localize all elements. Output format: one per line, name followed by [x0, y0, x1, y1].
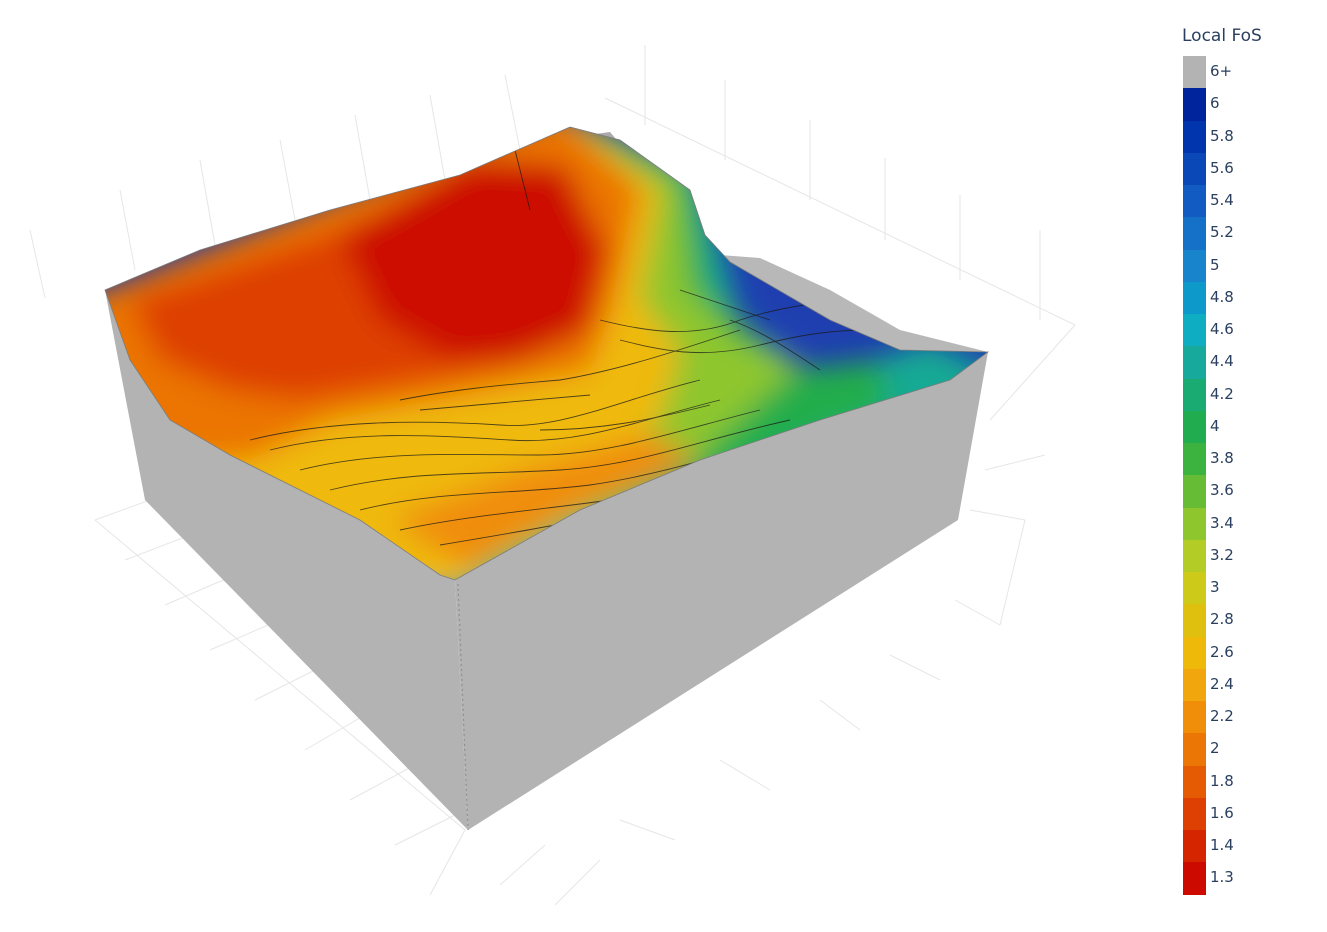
legend-swatch	[1183, 217, 1206, 251]
legend-items: 6+ 6 5.8 5.6 5.4 5.2 5 4.8 4.6 4.4 4.2 4 3.8 3.6 3.4 3.…	[1182, 56, 1302, 896]
legend-item[interactable]: 5.2	[1182, 217, 1302, 251]
legend-item[interactable]: 5.6	[1182, 152, 1302, 186]
legend-label: 4.4	[1210, 352, 1234, 371]
legend-swatch	[1183, 88, 1206, 122]
legend-label: 3.8	[1210, 449, 1234, 467]
legend-swatch	[1183, 281, 1206, 315]
legend-label: 6	[1210, 94, 1220, 113]
legend-item[interactable]: 1.3	[1182, 862, 1302, 896]
legend-item[interactable]: 5.8	[1182, 120, 1302, 154]
legend-item[interactable]: 5.4	[1182, 185, 1302, 218]
legend-label: 4.2	[1210, 384, 1234, 403]
legend-swatch	[1183, 604, 1206, 638]
legend-label: 5.8	[1210, 126, 1234, 145]
legend-swatch	[1183, 56, 1206, 89]
legend-item[interactable]: 2.8	[1182, 604, 1302, 638]
legend-swatch	[1183, 862, 1206, 896]
legend-item[interactable]: 2.6	[1182, 636, 1302, 670]
legend-item[interactable]: 1.8	[1182, 765, 1302, 799]
legend-label: 2.2	[1210, 707, 1234, 725]
legend-item[interactable]: 3.4	[1182, 507, 1302, 541]
legend-label: 5.2	[1210, 223, 1234, 242]
legend-item[interactable]: 4.6	[1182, 314, 1302, 347]
legend-item[interactable]: 3.2	[1182, 539, 1302, 573]
legend-item[interactable]: 4.2	[1182, 378, 1302, 412]
legend-item[interactable]: 1.6	[1182, 797, 1302, 831]
legend-label: 5.6	[1210, 158, 1234, 177]
legend-label: 2.4	[1210, 674, 1234, 693]
legend-label: 5.4	[1210, 191, 1234, 209]
legend-item[interactable]: 6	[1182, 88, 1302, 122]
legend-label: 4.6	[1210, 320, 1234, 338]
legend-label: 3.2	[1210, 545, 1234, 564]
legend-label: 1.3	[1210, 868, 1234, 887]
legend-swatch	[1183, 539, 1206, 573]
legend-label: 1.6	[1210, 803, 1234, 822]
legend-label: 3.4	[1210, 513, 1234, 532]
legend-item[interactable]: 4	[1182, 410, 1302, 444]
legend-swatch	[1183, 378, 1206, 412]
legend-swatch	[1183, 830, 1206, 863]
legend-swatch	[1183, 733, 1206, 767]
fos-3d-surface-plot[interactable]	[0, 0, 1150, 932]
legend-swatch	[1183, 668, 1206, 702]
legend-label: 5	[1210, 255, 1220, 274]
legend-swatch	[1183, 572, 1206, 605]
legend-label: 2.6	[1210, 642, 1234, 661]
legend-label: 6+	[1210, 62, 1233, 80]
legend-item[interactable]: 6+	[1182, 56, 1302, 89]
legend-label: 4	[1210, 416, 1220, 435]
legend-item[interactable]: 2.2	[1182, 701, 1302, 734]
legend-label: 1.4	[1210, 836, 1234, 854]
legend-swatch	[1183, 636, 1206, 670]
legend-swatch	[1183, 152, 1206, 186]
legend-swatch	[1183, 701, 1206, 734]
legend-item[interactable]: 2	[1182, 733, 1302, 767]
legend-swatch	[1183, 249, 1206, 283]
legend-item[interactable]: 3.8	[1182, 443, 1302, 476]
legend-swatch	[1183, 410, 1206, 444]
legend-label: 4.8	[1210, 287, 1234, 306]
legend-item[interactable]: 1.4	[1182, 830, 1302, 863]
legend-swatch	[1183, 185, 1206, 218]
legend-label: 2	[1210, 739, 1220, 758]
legend-item[interactable]: 3	[1182, 572, 1302, 605]
legend-item[interactable]: 4.8	[1182, 281, 1302, 315]
legend-swatch	[1183, 475, 1206, 509]
legend-item[interactable]: 5	[1182, 249, 1302, 283]
legend-swatch	[1183, 765, 1206, 799]
legend-item[interactable]: 2.4	[1182, 668, 1302, 702]
legend-item[interactable]: 4.4	[1182, 346, 1302, 380]
legend-label: 3	[1210, 578, 1220, 596]
legend-title: Local FoS	[1182, 26, 1262, 46]
legend-label: 1.8	[1210, 771, 1234, 790]
colorbar-legend: Local FoS 6+ 6 5.8 5.6 5.4 5.2 5 4.8 4.6 4.4 4.2 4 3…	[1176, 20, 1316, 900]
legend-swatch	[1183, 443, 1206, 476]
legend-swatch	[1183, 797, 1206, 831]
legend-swatch	[1183, 314, 1206, 347]
legend-swatch	[1183, 507, 1206, 541]
legend-item[interactable]: 3.6	[1182, 475, 1302, 509]
legend-swatch	[1183, 120, 1206, 154]
legend-label: 2.8	[1210, 610, 1234, 629]
legend-label: 3.6	[1210, 481, 1234, 500]
legend-swatch	[1183, 346, 1206, 380]
